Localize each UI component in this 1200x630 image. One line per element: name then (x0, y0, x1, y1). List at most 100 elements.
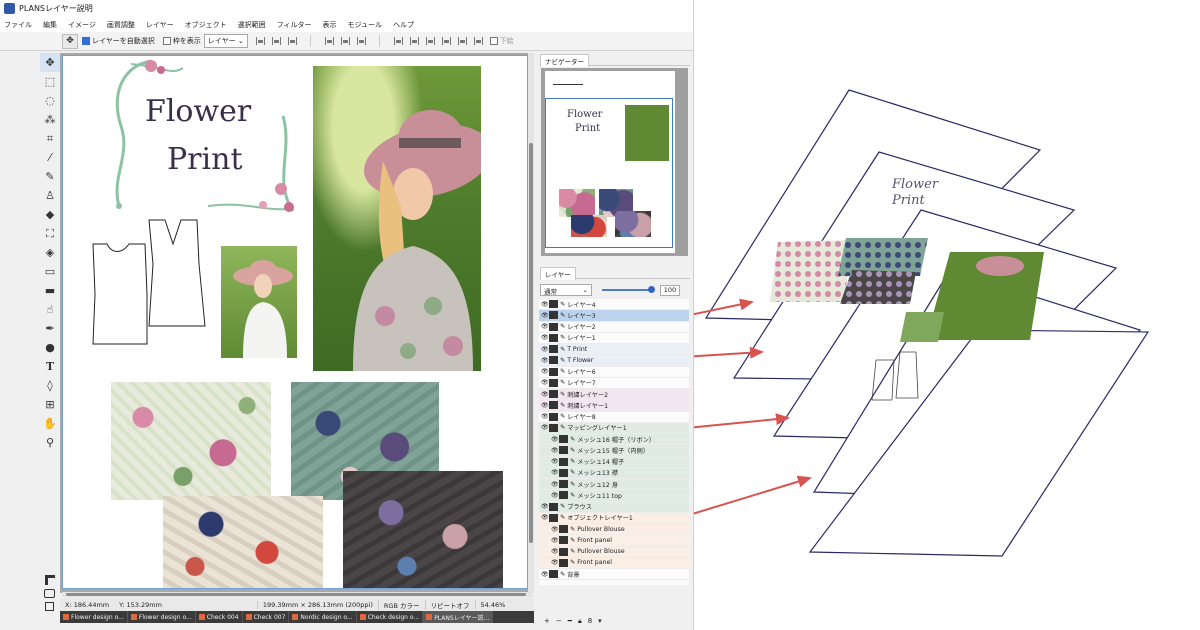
layers-tab[interactable]: レイヤー (540, 267, 690, 280)
layer-row[interactable]: 👁︎ ✎ レイヤー2 (539, 322, 689, 333)
document-tab[interactable]: Check 004 (196, 611, 243, 623)
layer-row[interactable]: 👁︎ ✎ 刺繍レイヤー2 (539, 389, 689, 401)
menu-edit[interactable]: 編集 (43, 20, 57, 30)
horizontal-scrollbar-thumb[interactable] (66, 593, 526, 596)
document-tab[interactable]: Flower design o... (60, 611, 128, 623)
lasso-icon[interactable]: ◌ (40, 91, 60, 110)
document-tab[interactable]: Flower design o... (128, 611, 196, 623)
menu-module[interactable]: モジュール (348, 20, 383, 30)
add-layer-icon[interactable]: + (544, 617, 550, 627)
visibility-eye-icon[interactable]: 👁︎ (541, 301, 549, 308)
document-title-flower[interactable]: Flower (145, 94, 251, 129)
layer-row[interactable]: 👁︎ ✎ ブラウス (539, 501, 689, 513)
quick-mask-icon[interactable] (44, 589, 55, 598)
model-photo-large[interactable] (313, 66, 481, 371)
layer-row[interactable]: 👁︎ ✎ オブジェクトレイヤー1 (539, 512, 689, 524)
stamp-icon[interactable]: ♙ (40, 186, 60, 205)
menu-image[interactable]: イメージ (68, 20, 96, 30)
visibility-eye-icon[interactable]: 👁︎ (551, 548, 559, 555)
auto-select-checkbox[interactable] (82, 37, 90, 45)
model-photo-small[interactable] (221, 246, 297, 358)
layer-row[interactable]: 👁︎ ✎ メッシュ13 襟 (539, 467, 689, 479)
blend-mode-select[interactable]: 通常 ⌄ (540, 284, 592, 296)
visibility-eye-icon[interactable]: 👁︎ (541, 424, 549, 431)
align-right-icon[interactable] (287, 37, 297, 45)
dodge-icon[interactable]: ● (40, 338, 60, 357)
visibility-eye-icon[interactable]: 👁︎ (541, 391, 549, 398)
remove-layer-icon[interactable]: − (556, 617, 562, 627)
document-title-print[interactable]: Print (167, 142, 243, 177)
vertical-scrollbar-thumb[interactable] (529, 143, 533, 543)
layer-row[interactable]: 👁︎ ✎ 刺繍レイヤー1 (539, 400, 689, 412)
visibility-eye-icon[interactable]: 👁︎ (541, 379, 549, 386)
layer-row[interactable]: 👁︎ ✎ Pullover Blouse (539, 524, 689, 536)
menu-layer[interactable]: レイヤー (146, 20, 174, 30)
align-left-icon[interactable] (255, 37, 265, 45)
opacity-slider-knob[interactable] (648, 286, 655, 293)
rectangle-icon[interactable]: ▬ (40, 281, 60, 300)
layer-row[interactable]: 👁︎ ✎ レイヤー3 (539, 310, 689, 322)
distribute-left-icon[interactable] (393, 37, 403, 45)
distribute-middle-icon[interactable] (457, 37, 467, 45)
crop-icon[interactable]: ⌗ (40, 129, 60, 148)
eyedropper-icon[interactable]: ⁄ (40, 148, 60, 167)
menu-file[interactable]: ファイル (4, 20, 32, 30)
layer-row[interactable]: 👁︎ ✎ Front panel (539, 557, 689, 569)
visibility-eye-icon[interactable]: 👁︎ (541, 312, 549, 319)
align-middle-icon[interactable] (340, 37, 350, 45)
layer-row[interactable]: 👁︎ ✎ メッシュ11 top (539, 490, 689, 502)
layer-row[interactable]: 👁︎ ✎ レイヤー6 (539, 367, 689, 378)
menu-object[interactable]: オブジェクト (185, 20, 227, 30)
visibility-eye-icon[interactable]: 👁︎ (541, 514, 549, 521)
navigator-viewport-frame[interactable] (545, 98, 673, 248)
visibility-eye-icon[interactable]: 👁︎ (541, 357, 549, 364)
visibility-eye-icon[interactable]: 👁︎ (541, 413, 549, 420)
text-icon[interactable]: T (40, 357, 60, 376)
document-tab-active[interactable]: PLANSレイヤー説... (423, 611, 494, 623)
layer-row[interactable]: 👁︎ ✎ T Print (539, 344, 689, 356)
distribute-bottom-icon[interactable] (473, 37, 483, 45)
visibility-eye-icon[interactable]: 👁︎ (541, 346, 549, 353)
layer-row[interactable]: 👁︎ ✎ T Flower (539, 355, 689, 367)
brush-icon[interactable]: ✎ (40, 167, 60, 186)
eraser-icon[interactable]: ◆ (40, 205, 60, 224)
visibility-eye-icon[interactable]: 👁︎ (551, 436, 559, 443)
underlay-checkbox[interactable] (489, 37, 498, 45)
gradient-icon[interactable]: ◈ (40, 243, 60, 262)
smudge-icon[interactable]: ☝ (40, 300, 60, 319)
marquee-icon[interactable]: ⬚ (40, 72, 60, 91)
visibility-eye-icon[interactable]: 👁︎ (551, 559, 559, 566)
target-select[interactable]: レイヤー ⌄ (203, 34, 248, 48)
menu-arrow-icon[interactable]: ▾ (598, 617, 602, 627)
merge-layer-icon[interactable]: ━ (568, 617, 572, 627)
floral-pattern-swatch-3[interactable] (163, 496, 323, 588)
align-bottom-icon[interactable] (356, 37, 366, 45)
repeat-mode[interactable]: リピートオフ (424, 599, 475, 610)
magic-wand-icon[interactable]: ⁂ (40, 110, 60, 129)
menu-adjust[interactable]: 画質調整 (107, 20, 135, 30)
distribute-right-icon[interactable] (425, 37, 435, 45)
lock-icon[interactable]: 🔒︎ (578, 617, 582, 627)
menu-filter[interactable]: フィルター (277, 20, 312, 30)
visibility-eye-icon[interactable]: 👁︎ (541, 323, 549, 330)
layer-row[interactable]: 👁︎ ✎ Front panel (539, 535, 689, 547)
layer-row[interactable]: 👁︎ ✎ レイヤー4 (539, 299, 689, 311)
opacity-slider[interactable] (602, 286, 655, 293)
zoom-level[interactable]: 54.46% (474, 600, 511, 609)
document-tab[interactable]: Check design o... (357, 611, 424, 623)
align-top-icon[interactable] (324, 37, 334, 45)
layer-row[interactable]: 👁︎ ✎ 背景 (539, 569, 689, 581)
menu-select[interactable]: 選択範囲 (238, 20, 266, 30)
vertical-scrollbar[interactable] (528, 53, 534, 593)
pen-icon[interactable]: ✒ (40, 319, 60, 338)
path-icon[interactable]: ◊ (40, 376, 60, 395)
screen-mode-icon[interactable] (45, 602, 54, 611)
zoom-icon[interactable]: ⚲ (40, 433, 60, 452)
visibility-eye-icon[interactable]: 👁︎ (541, 368, 549, 375)
color-mode[interactable]: RGB カラー (377, 599, 425, 610)
opacity-input[interactable]: 100 (660, 284, 680, 296)
visibility-eye-icon[interactable]: 👁︎ (551, 537, 559, 544)
visibility-eye-icon[interactable]: 👁︎ (551, 492, 559, 499)
ruler-icon[interactable]: ▭ (40, 262, 60, 281)
layer-row[interactable]: 👁︎ ✎ レイヤー8 (539, 412, 689, 423)
